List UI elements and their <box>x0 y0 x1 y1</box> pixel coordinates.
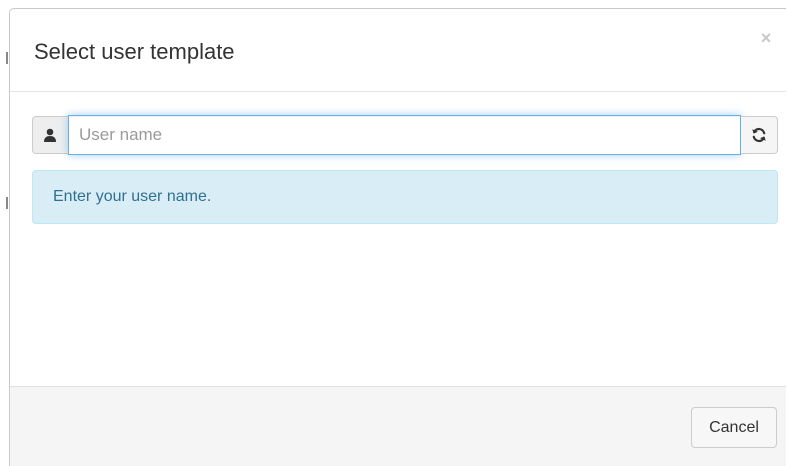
username-input[interactable] <box>68 115 741 155</box>
background-edge <box>0 0 9 466</box>
cancel-button[interactable]: Cancel <box>691 407 777 448</box>
background-tick <box>6 197 8 209</box>
refresh-button[interactable] <box>741 116 778 154</box>
close-icon[interactable]: × <box>761 28 772 48</box>
close-button[interactable]: × <box>758 28 774 48</box>
user-icon <box>44 128 56 142</box>
select-user-template-dialog: Select user template × User name Enter y… <box>9 8 786 466</box>
username-input-group <box>32 115 778 155</box>
background-tick <box>6 52 8 64</box>
dialog-body: Enter your user name. <box>10 92 786 386</box>
refresh-icon[interactable] <box>751 127 767 143</box>
dialog-title: Select user template <box>34 39 235 64</box>
user-addon <box>32 116 68 154</box>
dialog-header: Select user template × <box>10 9 786 92</box>
dialog-footer: Cancel <box>10 386 786 466</box>
page-backdrop: Select user template × User name Enter y… <box>0 0 787 466</box>
info-alert: Enter your user name. <box>32 170 778 224</box>
